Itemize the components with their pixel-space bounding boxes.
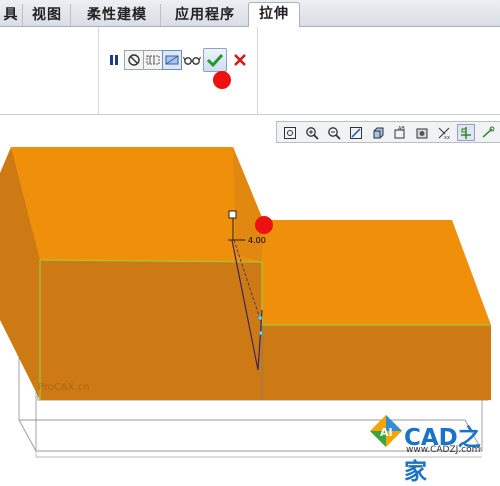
tab-extrude[interactable]: 拉伸 [248,2,300,28]
no-geometry-icon [128,54,140,66]
extrude-ribbon [0,27,500,115]
pause-icon [110,55,118,65]
brand-url: www.CADZJ.com [406,445,481,455]
tab-flexible-modeling[interactable]: 柔性建模 [74,4,161,26]
depth-dimension-value[interactable]: 4.00 [248,236,266,245]
verify-mode-button[interactable] [143,50,163,70]
cancel-button[interactable] [230,50,250,70]
ribbon-divider [98,27,99,115]
model-front-face-left [40,260,262,400]
ribbon-tab-bar: 具 视图 柔性建模 应用程序 拉伸 [0,0,500,28]
red-marker-dot [213,71,231,89]
tab-applications[interactable]: 应用程序 [162,4,248,26]
model-front-face-right [262,325,491,400]
ribbon-divider [257,27,258,115]
cancel-x-icon [234,54,246,66]
depth-point [258,330,264,336]
preview-icon [165,55,179,65]
no-preview-button[interactable] [124,50,144,70]
pause-button[interactable] [104,50,124,70]
confirm-check-icon [206,53,224,68]
svg-text:AI: AI [380,426,393,439]
red-marker-dot [255,216,273,234]
graphics-viewport[interactable]: AB xx AI 4.00 ProCAX.cn CAD之家 www.CADZJ.… [0,115,500,485]
verify-mode-icon [146,55,160,65]
depth-point [257,315,263,321]
glasses-icon [183,56,201,65]
extruded-model[interactable]: AI [0,115,500,459]
glasses-preview-button[interactable] [182,50,202,70]
watermark-text: ProCAX.cn [38,382,90,393]
depth-drag-handle[interactable] [228,210,237,219]
tab-view[interactable]: 视图 [24,4,71,26]
preview-button[interactable] [162,50,182,70]
tab-tools[interactable]: 具 [0,4,23,26]
